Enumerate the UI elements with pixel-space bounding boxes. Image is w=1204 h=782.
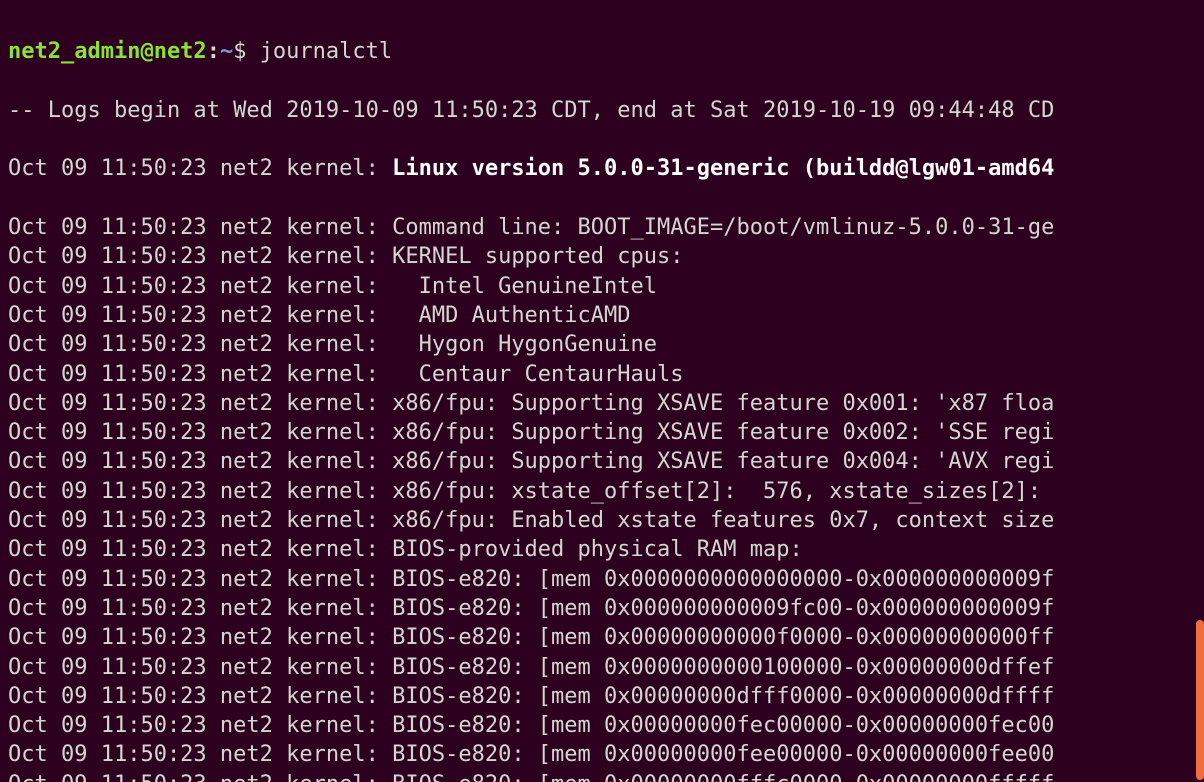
log-line: Oct 09 11:50:23 net2 kernel: BIOS-provid… (8, 535, 1196, 564)
log-line: Oct 09 11:50:23 net2 kernel: Hygon Hygon… (8, 330, 1196, 359)
log-line: Oct 09 11:50:23 net2 kernel: x86/fpu: En… (8, 506, 1196, 535)
scrollbar-thumb[interactable] (1196, 620, 1204, 780)
log-line: Oct 09 11:50:23 net2 kernel: BIOS-e820: … (8, 594, 1196, 623)
log-line: Oct 09 11:50:23 net2 kernel: BIOS-e820: … (8, 711, 1196, 740)
log-line: Oct 09 11:50:23 net2 kernel: BIOS-e820: … (8, 740, 1196, 769)
terminal-output[interactable]: net2_admin@net2:~$ journalctl -- Logs be… (0, 0, 1204, 782)
prompt-path: ~ (220, 39, 233, 64)
log-line: Oct 09 11:50:23 net2 kernel: Centaur Cen… (8, 360, 1196, 389)
log-line: Oct 09 11:50:23 net2 kernel: BIOS-e820: … (8, 770, 1196, 782)
log-line-first: Oct 09 11:50:23 net2 kernel: Linux versi… (8, 154, 1196, 183)
prompt-end: $ (233, 39, 260, 64)
log-line: Oct 09 11:50:23 net2 kernel: AMD Authent… (8, 301, 1196, 330)
log-line: Oct 09 11:50:23 net2 kernel: BIOS-e820: … (8, 565, 1196, 594)
log-line-prefix: Oct 09 11:50:23 net2 kernel: (8, 156, 392, 181)
prompt-sep: : (207, 39, 220, 64)
log-line: Oct 09 11:50:23 net2 kernel: KERNEL supp… (8, 242, 1196, 271)
log-line: Oct 09 11:50:23 net2 kernel: Intel Genui… (8, 272, 1196, 301)
log-line: Oct 09 11:50:23 net2 kernel: x86/fpu: Su… (8, 418, 1196, 447)
log-line: Oct 09 11:50:23 net2 kernel: Command lin… (8, 213, 1196, 242)
log-line: Oct 09 11:50:23 net2 kernel: x86/fpu: Su… (8, 389, 1196, 418)
prompt-user-host: net2_admin@net2 (8, 39, 207, 64)
command-text: journalctl (260, 39, 392, 64)
log-line: Oct 09 11:50:23 net2 kernel: BIOS-e820: … (8, 623, 1196, 652)
prompt-line: net2_admin@net2:~$ journalctl (8, 37, 1196, 66)
log-line: Oct 09 11:50:23 net2 kernel: BIOS-e820: … (8, 653, 1196, 682)
log-line: Oct 09 11:50:23 net2 kernel: BIOS-e820: … (8, 682, 1196, 711)
log-header: -- Logs begin at Wed 2019-10-09 11:50:23… (8, 96, 1196, 125)
log-line-bold: Linux version 5.0.0-31-generic (buildd@l… (392, 156, 1054, 181)
log-line: Oct 09 11:50:23 net2 kernel: x86/fpu: Su… (8, 447, 1196, 476)
log-line: Oct 09 11:50:23 net2 kernel: x86/fpu: xs… (8, 477, 1196, 506)
